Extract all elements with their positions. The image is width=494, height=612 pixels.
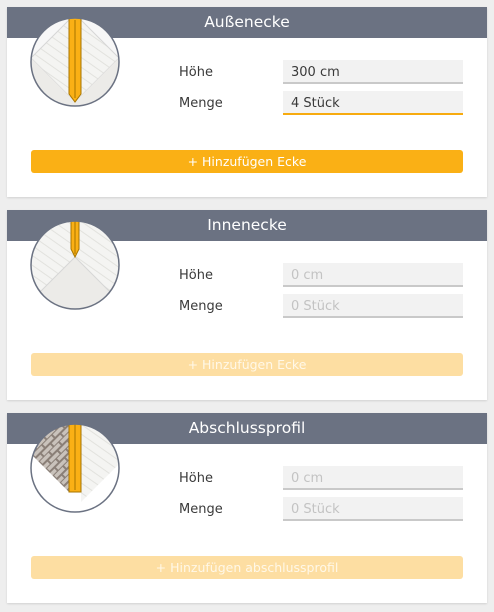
- quantity-input[interactable]: [283, 91, 463, 115]
- inner-corner-icon: [29, 219, 121, 311]
- height-label: Höhe: [179, 65, 213, 80]
- quantity-label: Menge: [179, 96, 223, 111]
- add-corner-button[interactable]: + Hinzufügen Ecke: [31, 353, 463, 376]
- quantity-label: Menge: [179, 502, 223, 517]
- quantity-input[interactable]: [283, 497, 463, 521]
- height-label: Höhe: [179, 268, 213, 283]
- height-input[interactable]: [283, 263, 463, 287]
- card-outer-corner: Außenecke Höhe Menge + Hinzufügen Ecke: [7, 7, 487, 197]
- end-profile-icon: [29, 422, 121, 514]
- add-corner-button[interactable]: + Hinzufügen Ecke: [31, 150, 463, 173]
- add-profile-button[interactable]: + Hinzufügen abschlussprofil: [31, 556, 463, 579]
- height-label: Höhe: [179, 471, 213, 486]
- card-end-profile: Abschlussprofil Höhe 0 cm Menge 0 Stück …: [7, 413, 487, 603]
- height-input[interactable]: [283, 60, 463, 84]
- card-inner-corner: Innenecke Höhe Menge + Hinzufügen Ecke: [7, 210, 487, 400]
- quantity-label: Menge: [179, 299, 223, 314]
- quantity-input[interactable]: [283, 294, 463, 318]
- height-input[interactable]: [283, 466, 463, 490]
- outer-corner-icon: [29, 16, 121, 108]
